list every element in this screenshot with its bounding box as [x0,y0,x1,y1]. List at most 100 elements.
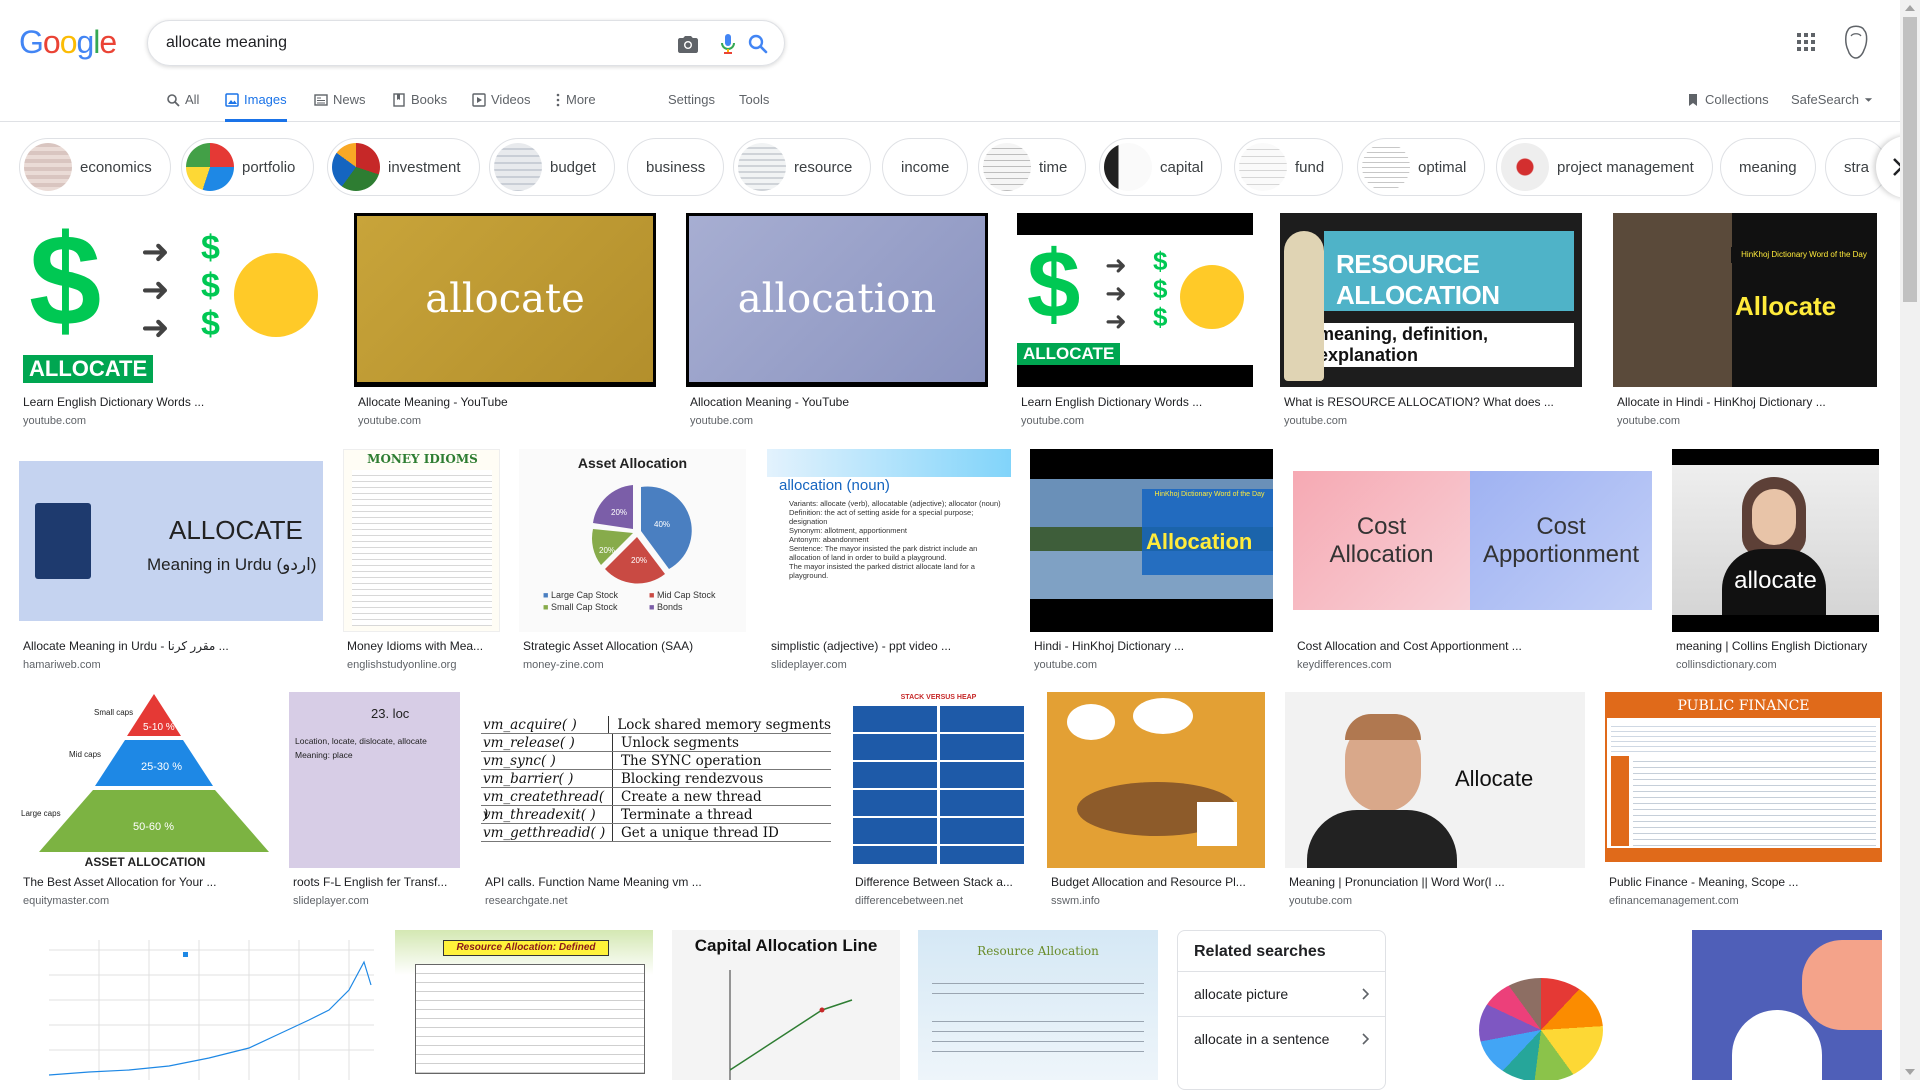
result-domain: youtube.com [358,415,421,427]
image-result[interactable]: allocate Allocate Meaning - YouTube yout… [354,213,658,433]
result-title[interactable]: Allocate Meaning in Urdu - مقرر کرنا ... [23,639,323,653]
result-title[interactable]: Money Idioms with Mea... [347,639,503,653]
chip-thumbnail [494,143,542,191]
tab-videos[interactable]: Videos [472,92,531,122]
dollar-icon: $ [1027,231,1081,338]
legend-item: Small Cap Stock [550,602,618,612]
related-search-item[interactable]: allocate in a sentence [1178,1016,1385,1061]
chip-label: income [901,158,950,176]
result-title[interactable]: Strategic Asset Allocation (SAA) [523,639,749,653]
result-title[interactable]: Meaning | Pronunciation || Word Wor(l ..… [1289,875,1585,889]
chip-economics[interactable]: economics [19,138,171,196]
image-result[interactable]: RESOURCE ALLOCATION meaning, definition,… [1280,213,1582,433]
chip-budget[interactable]: budget [489,138,615,196]
result-title[interactable]: Difference Between Stack a... [855,875,1027,889]
apps-grid-icon[interactable] [1796,32,1816,52]
search-input[interactable] [166,31,606,55]
result-title[interactable]: Public Finance - Meaning, Scope ... [1609,875,1883,889]
pie-label-c: 20% [599,546,615,555]
image-result[interactable]: 5-10 % 25-30 % 50-60 % Small caps Mid ca… [19,692,273,914]
image-result[interactable] [19,930,376,1080]
safesearch-dropdown[interactable]: SafeSearch [1791,92,1873,122]
result-title[interactable]: API calls. Function Name Meaning vm ... [485,875,825,889]
chip-portfolio[interactable]: portfolio [181,138,315,196]
result-title[interactable]: Cost Allocation and Cost Apportionment .… [1297,639,1653,653]
chip-time[interactable]: time [978,138,1087,196]
vm-function-table: vm_acquire( ) Lock shared memory segments… [481,716,831,842]
chip-resource[interactable]: resource [733,138,872,196]
image-result[interactable]: Capital Allocation Line [672,930,900,1080]
collections-link[interactable]: Collections [1686,92,1769,122]
image-result[interactable]: allocate meaning | Collins English Dicti… [1672,449,1882,671]
image-result[interactable]: Asset Allocation 40% 20% 20% 20% ■ Large… [519,449,749,671]
image-result[interactable]: $ ➜ ➜ ➜ $ $ $ ALLOCATE Learn English Diction… [1017,213,1255,433]
image-result[interactable]: PUBLIC FINANCE Public Finance - Meaning,… [1605,692,1883,914]
tab-images[interactable]: Images [225,92,287,122]
result-thumbnail: Resource Allocation: Defined [395,930,653,1080]
collections-label: Collections [1705,92,1769,107]
chip-business[interactable]: business [627,138,725,196]
scroll-up-arrow[interactable] [1905,5,1915,11]
result-title[interactable]: roots F-L English fer Transf... [293,875,461,889]
chip-project-management[interactable]: project management [1496,138,1713,196]
result-title[interactable]: meaning | Collins English Dictionary [1676,639,1882,653]
tab-more[interactable]: More [555,92,596,122]
result-title[interactable]: Learn English Dictionary Words ... [1021,395,1251,409]
chip-meaning[interactable]: meaning [1720,138,1816,196]
search-box[interactable] [147,20,785,66]
chip-label: project management [1557,158,1694,176]
result-title[interactable]: Learn English Dictionary Words ... [23,395,323,409]
image-result[interactable] [1692,930,1882,1080]
chip-optimal[interactable]: optimal [1357,138,1486,196]
image-result[interactable]: Resource Allocation [918,930,1158,1080]
camera-icon[interactable] [676,32,700,56]
image-result[interactable]: ALLOCATE Meaning in Urdu (اردو) Allocate… [19,449,345,671]
chip-income[interactable]: income [882,138,969,196]
result-title[interactable]: Allocate in Hindi - HinKhoj Dictionary .… [1617,395,1881,409]
image-result[interactable]: $ ➜ ➜ ➜ $ $ $ ALLOCATE Learn English Diction… [19,213,331,433]
chip-capital[interactable]: capital [1099,138,1223,196]
search-icon[interactable] [746,32,770,56]
tab-news[interactable]: News [314,92,366,122]
image-result[interactable]: HinKhoj Dictionary Word of the Day Alloc… [1030,449,1274,671]
image-result[interactable]: Budget Allocation and Resource Pl... ssw… [1047,692,1265,914]
img-text: allocate [357,216,653,382]
google-logo[interactable]: Google [19,24,117,61]
image-result[interactable] [1405,930,1673,1080]
img-subtext: meaning, definition, explanation [1318,323,1574,367]
large-caps-label: Large caps [21,809,61,818]
avatar[interactable] [1840,24,1872,60]
image-result[interactable]: allocation Allocation Meaning - YouTube … [686,213,990,433]
related-search-item[interactable]: allocate picture [1178,971,1385,1016]
result-title[interactable]: Allocate Meaning - YouTube [358,395,658,409]
microphone-icon[interactable] [716,32,740,56]
scrollbar-thumb[interactable] [1903,17,1917,302]
result-title[interactable]: Hindi - HinKhoj Dictionary ... [1034,639,1274,653]
result-title[interactable]: What is RESOURCE ALLOCATION? What does .… [1284,395,1584,409]
chip-investment[interactable]: investment [327,138,480,196]
image-result[interactable]: Resource Allocation: Defined [395,930,653,1080]
tab-settings[interactable]: Settings [668,92,715,122]
result-domain: youtube.com [1289,895,1352,907]
image-result[interactable]: Cost Allocation Cost Apportionment Cost … [1293,449,1653,671]
tab-books[interactable]: Books [392,92,447,122]
img-text: ALLOCATE [23,355,154,383]
image-result[interactable]: HinKhoj Dictionary Word of the Day Alloc… [1613,213,1883,433]
img-text: ALLOCATE [1017,343,1121,365]
chip-fund[interactable]: fund [1234,138,1344,196]
image-result[interactable]: vm_acquire( ) Lock shared memory segments… [481,692,833,914]
result-title[interactable]: The Best Asset Allocation for Your ... [23,875,273,889]
result-title[interactable]: Budget Allocation and Resource Pl... [1051,875,1265,889]
tab-all[interactable]: All [166,92,199,122]
image-result[interactable]: STACK VERSUS HEAP Difference Between Sta… [851,692,1027,914]
result-title[interactable]: Allocation Meaning - YouTube [690,395,990,409]
vertical-scrollbar[interactable] [1900,0,1920,1080]
image-result[interactable]: allocation (noun) Variants: allocate (ve… [767,449,1011,671]
image-result[interactable]: 23. loc Location, locate, dislocate, all… [289,692,461,914]
vm-table-row: vm_acquire( ) Lock shared memory segments [481,716,831,734]
result-title[interactable]: simplistic (adjective) - ppt video ... [771,639,1011,653]
image-result[interactable]: Allocate Meaning | Pronunciation || Word… [1285,692,1585,914]
scroll-down-arrow[interactable] [1905,1069,1915,1075]
tab-tools[interactable]: Tools [739,92,769,122]
image-result[interactable]: MONEY IDIOMS Money Idioms with Mea... en… [343,449,501,671]
